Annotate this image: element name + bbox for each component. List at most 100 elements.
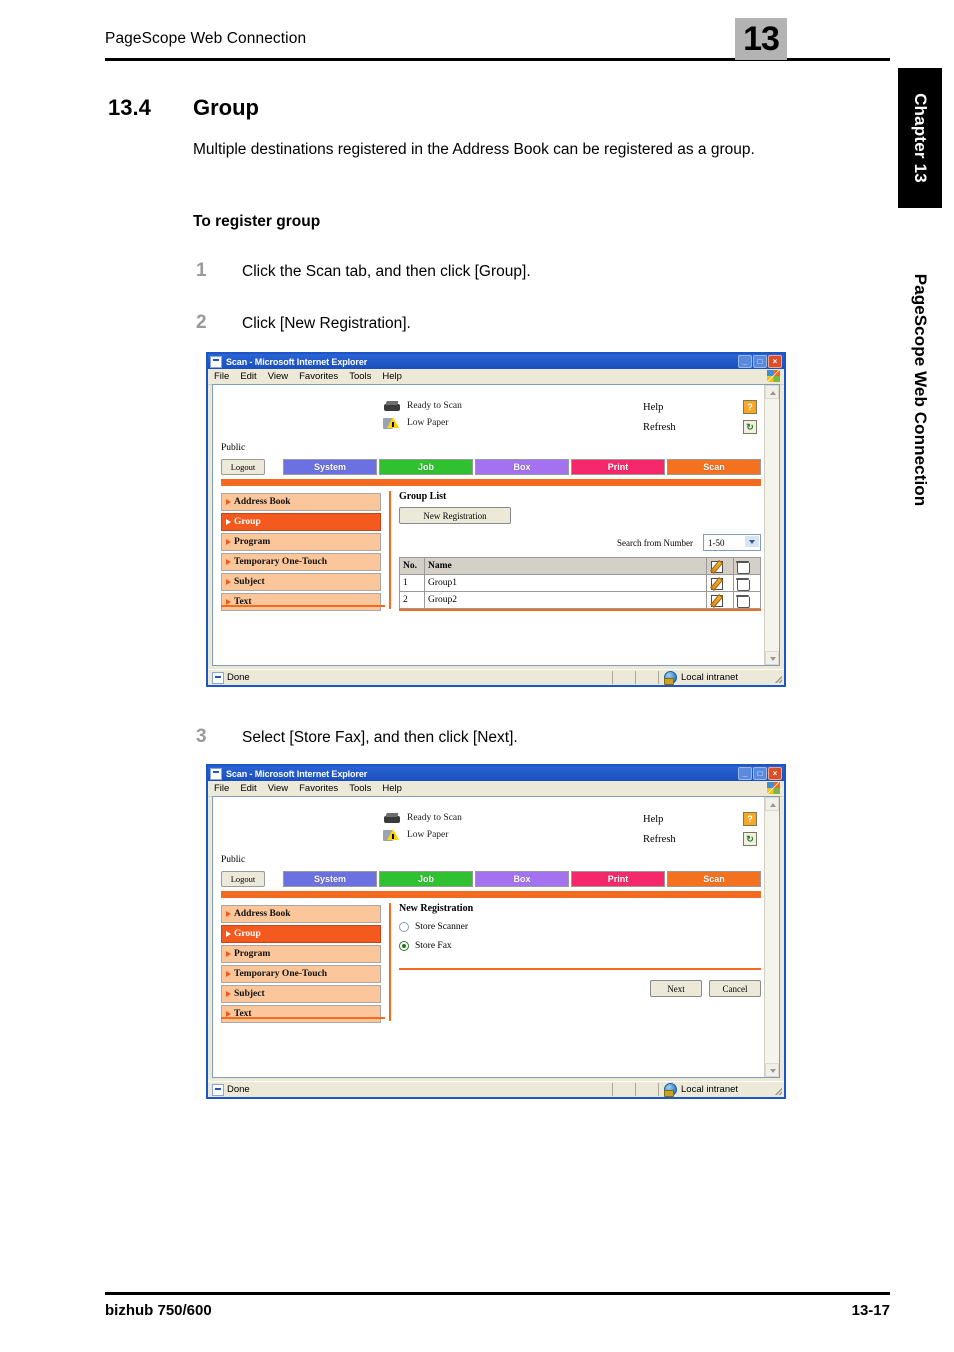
content-panel-1: Group List New Registration Search from … — [399, 491, 761, 611]
caret-icon — [226, 951, 231, 957]
option-store-scanner[interactable]: Store Scanner — [399, 919, 761, 935]
menu-item-edit[interactable]: Edit — [240, 783, 256, 794]
menu-item-view[interactable]: View — [268, 371, 288, 382]
tab-box[interactable]: Box — [475, 871, 569, 887]
menu-item-help[interactable]: Help — [382, 783, 402, 794]
page-icon — [212, 671, 224, 684]
step-text-2: Click [New Registration]. — [242, 315, 411, 332]
sidebar-item-temporary-one-touch[interactable]: Temporary One-Touch — [221, 965, 381, 983]
menu-item-favorites[interactable]: Favorites — [299, 371, 338, 382]
status-segment — [635, 671, 658, 684]
tab-job[interactable]: Job — [379, 871, 473, 887]
sidebar-item-address-book[interactable]: Address Book — [221, 905, 381, 923]
status-left-2: Done — [208, 1083, 612, 1096]
cancel-button[interactable]: Cancel — [709, 980, 761, 997]
table-row[interactable]: 2 Group2 — [399, 591, 761, 609]
refresh-icon[interactable]: ↻ — [743, 420, 757, 434]
logout-button[interactable]: Logout — [221, 459, 265, 475]
sidebar-item-program[interactable]: Program — [221, 945, 381, 963]
pencil-icon — [710, 577, 723, 590]
edit-row-button[interactable] — [706, 574, 734, 592]
sidebar-item-address-book[interactable]: Address Book — [221, 493, 381, 511]
resize-grip[interactable] — [773, 1086, 782, 1095]
column-header-no: No. — [399, 557, 425, 575]
sidebar-item-label: Address Book — [234, 497, 291, 507]
menu-item-view[interactable]: View — [268, 783, 288, 794]
maximize-icon[interactable]: □ — [753, 767, 767, 780]
help-row[interactable]: Help ? — [643, 809, 779, 829]
menu-item-help[interactable]: Help — [382, 371, 402, 382]
tab-print[interactable]: Print — [571, 459, 665, 475]
status-row-ready: Ready to Scan — [383, 397, 643, 414]
pencil-icon — [710, 560, 723, 573]
tab-job[interactable]: Job — [379, 459, 473, 475]
menu-item-tools[interactable]: Tools — [349, 783, 371, 794]
scroll-up-icon[interactable] — [765, 797, 779, 811]
help-icon[interactable]: ? — [743, 400, 757, 414]
tab-scan[interactable]: Scan — [667, 871, 761, 887]
tab-scan[interactable]: Scan — [667, 459, 761, 475]
browser-status-bar-1: Done Local intranet — [208, 669, 784, 685]
delete-row-button[interactable] — [733, 574, 761, 592]
scroll-down-icon[interactable] — [765, 651, 779, 665]
option-store-fax[interactable]: Store Fax — [399, 938, 761, 954]
help-panel-1: Help ? Refresh ↻ — [643, 397, 779, 437]
resize-grip[interactable] — [773, 674, 782, 683]
caret-icon — [226, 971, 231, 977]
accent-bar-2 — [221, 891, 761, 898]
scroll-up-icon[interactable] — [765, 385, 779, 399]
maximize-icon[interactable]: □ — [753, 355, 767, 368]
step-number-3: 3 — [196, 726, 207, 747]
menu-item-tools[interactable]: Tools — [349, 371, 371, 382]
menu-item-file[interactable]: File — [214, 783, 229, 794]
scroll-down-icon[interactable] — [765, 1063, 779, 1077]
delete-row-button[interactable] — [733, 591, 761, 609]
table-row[interactable]: 1 Group1 — [399, 574, 761, 592]
device-status-panel-1: Ready to Scan Low Paper — [383, 397, 643, 431]
radio-icon-selected[interactable] — [399, 941, 409, 951]
logout-button[interactable]: Logout — [221, 871, 265, 887]
help-panel-2: Help ? Refresh ↻ — [643, 809, 779, 849]
sidebar-item-group[interactable]: Group — [221, 513, 381, 531]
refresh-row[interactable]: Refresh ↻ — [643, 417, 779, 437]
menu-item-favorites[interactable]: Favorites — [299, 783, 338, 794]
minimize-icon[interactable]: _ — [738, 355, 752, 368]
tab-system[interactable]: System — [283, 871, 377, 887]
sidebar-item-subject[interactable]: Subject — [221, 573, 381, 591]
radio-icon[interactable] — [399, 922, 409, 932]
search-range-select[interactable]: 1-50 — [703, 534, 761, 551]
status-segment — [635, 1083, 658, 1096]
tab-print[interactable]: Print — [571, 871, 665, 887]
menu-item-file[interactable]: File — [214, 371, 229, 382]
minimize-icon[interactable]: _ — [738, 767, 752, 780]
sidebar-item-label: Group — [234, 517, 261, 527]
status-row-paper: Low Paper — [383, 414, 643, 431]
help-icon[interactable]: ? — [743, 812, 757, 826]
sidebar-item-text[interactable]: Text — [221, 593, 381, 611]
help-row[interactable]: Help ? — [643, 397, 779, 417]
close-icon[interactable]: × — [768, 767, 782, 780]
new-registration-button[interactable]: New Registration — [399, 507, 511, 524]
close-icon[interactable]: × — [768, 355, 782, 368]
vertical-scrollbar-1[interactable] — [764, 385, 779, 665]
caret-icon — [226, 499, 231, 505]
menu-item-edit[interactable]: Edit — [240, 371, 256, 382]
sidebar-item-temporary-one-touch[interactable]: Temporary One-Touch — [221, 553, 381, 571]
vertical-scrollbar-2[interactable] — [764, 797, 779, 1077]
refresh-icon[interactable]: ↻ — [743, 832, 757, 846]
sidebar-item-subject[interactable]: Subject — [221, 985, 381, 1003]
sidebar-item-group[interactable]: Group — [221, 925, 381, 943]
edit-row-button[interactable] — [706, 591, 734, 609]
sidebar-item-text[interactable]: Text — [221, 1005, 381, 1023]
sidebar-item-program[interactable]: Program — [221, 533, 381, 551]
refresh-row[interactable]: Refresh ↻ — [643, 829, 779, 849]
tab-system[interactable]: System — [283, 459, 377, 475]
next-button[interactable]: Next — [650, 980, 702, 997]
tab-box[interactable]: Box — [475, 459, 569, 475]
content-divider-1 — [389, 491, 391, 609]
book-edge-tab: PageScope Web Connection — [898, 225, 942, 555]
page-icon — [212, 1083, 224, 1096]
caret-icon — [226, 539, 231, 545]
book-edge-tab-label: PageScope Web Connection — [911, 273, 930, 507]
table-header-row: No. Name — [399, 557, 761, 575]
